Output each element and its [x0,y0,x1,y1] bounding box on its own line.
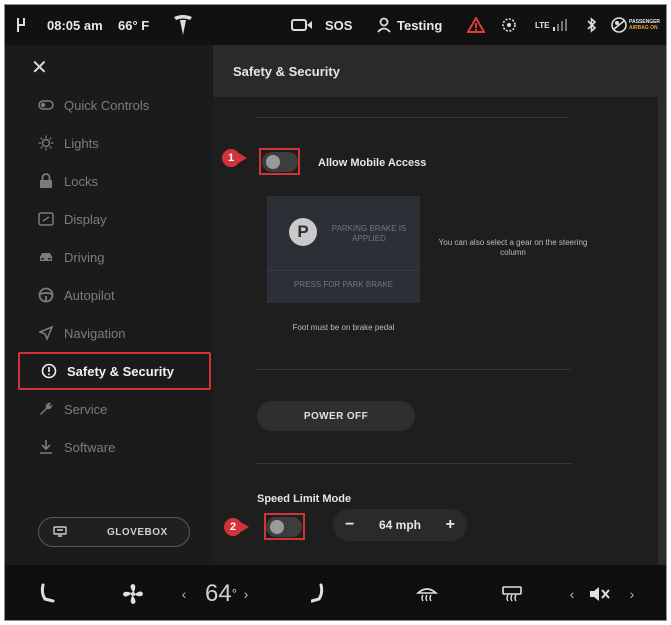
sidebar-item-label: Safety & Security [67,363,174,379]
passenger-airbag-status: PASSENGER AIRBAG ON [629,5,660,45]
info-circle-icon [41,363,57,379]
download-icon [38,439,54,455]
mobile-access-label: Allow Mobile Access [318,157,427,169]
sidebar-item-label: Service [64,401,108,417]
divider [255,369,571,370]
settings-menu: Quick Controls Lights Locks Display Driv… [17,86,211,466]
speed-limit-toggle[interactable] [266,517,302,537]
clock: 08:05 am [47,17,103,33]
sidebar-item-lights[interactable]: Lights [17,124,209,162]
wrench-icon [38,401,54,417]
annotation-badge: 1 [222,149,240,167]
sidebar-item-label: Navigation [64,325,126,341]
lock-icon [38,173,54,189]
decrease-speed-button[interactable]: − [345,516,354,534]
glovebox-label: GLOVEBOX [107,526,168,538]
sidebar-item-locks[interactable]: Locks [17,162,209,200]
toggle-knob [270,520,284,534]
tire-pressure-icon[interactable] [501,5,517,45]
sidebar-item-label: Software [64,439,116,455]
fan-icon[interactable] [118,565,148,620]
airbag-icon [611,5,627,45]
park-brake-button[interactable]: P PARKING BRAKE IS APPLIED PRESS FOR PAR… [267,196,420,303]
glovebox-button[interactable]: GLOVEBOX [38,517,190,547]
speed-limit-value: 64 mph [378,518,421,532]
toggle-icon [38,97,54,113]
mute-volume-icon[interactable] [585,565,615,620]
sos-button[interactable]: SOS [325,5,352,45]
volume-up-button[interactable]: › [625,565,639,620]
sidebar-item-autopilot[interactable]: Autopilot [17,276,209,314]
person-icon [377,5,391,45]
sidebar-item-label: Display [64,211,107,227]
signal-icon [553,5,567,45]
door-icon[interactable] [15,5,29,45]
park-brake-label: PRESS FOR PARK BRAKE [294,280,393,289]
divider [267,270,420,271]
sidebar-item-service[interactable]: Service [17,390,209,428]
glovebox-icon [53,526,67,538]
sidebar-item-label: Autopilot [64,287,115,303]
speed-limit-stepper: − 64 mph + [333,509,467,541]
bottom-bar: ‹ 64 ° › ‹ › [5,565,666,620]
sidebar-item-label: Lights [64,135,99,151]
settings-sidebar: ✕ Quick Controls Lights Locks Display Dr… [5,45,213,565]
status-bar: 08:05 am 66° F SOS Testing LTE PASSENGER… [5,5,666,45]
bluetooth-icon[interactable] [587,5,597,45]
tesla-logo-icon[interactable] [173,5,193,45]
temperature-up-button[interactable]: › [239,565,253,620]
seat-heater-icon[interactable] [306,565,330,620]
temperature-down-button[interactable]: ‹ [177,565,191,620]
sidebar-item-label: Quick Controls [64,97,150,113]
sidebar-item-driving[interactable]: Driving [17,238,209,276]
car-icon [38,249,54,265]
annotation-badge: 2 [224,518,242,536]
divider [255,117,569,118]
volume-down-button[interactable]: ‹ [565,565,579,620]
lte-label: LTE [535,20,550,30]
sidebar-item-label: Locks [64,173,98,189]
mobile-access-toggle[interactable] [262,152,298,172]
page-title: Safety & Security [213,45,658,97]
toggle-knob [266,155,280,169]
sidebar-item-safety-security[interactable]: Safety & Security [18,352,211,390]
seat-icon[interactable] [35,565,59,620]
temperature-value: 64 [205,579,232,607]
increase-speed-button[interactable]: + [446,516,455,534]
steering-wheel-icon [38,287,54,303]
sidebar-item-navigation[interactable]: Navigation [17,314,209,352]
park-p-icon: P [289,218,317,246]
screen-frame: 08:05 am 66° F SOS Testing LTE PASSENGER… [4,4,667,621]
gear-note: You can also select a gear on the steeri… [438,238,588,257]
driver-profile[interactable]: Testing [397,5,442,45]
power-off-button[interactable]: POWER OFF [257,401,415,431]
warning-icon[interactable] [467,5,485,45]
defrost-front-icon[interactable] [414,565,440,620]
park-brake-status: PARKING BRAKE IS APPLIED [331,224,407,243]
display-icon [38,211,54,227]
airbag-state: AIRBAG ON [629,25,658,31]
sidebar-item-software[interactable]: Software [17,428,209,466]
degree-symbol: ° [231,586,237,601]
sidebar-item-label: Driving [64,249,105,265]
camera-icon[interactable] [291,5,313,45]
brake-note: Foot must be on brake pedal [292,323,395,332]
navigation-arrow-icon [38,325,54,341]
cabin-temperature: 64 ° [199,565,243,620]
speed-limit-label: Speed Limit Mode [257,493,352,505]
sidebar-item-display[interactable]: Display [17,200,209,238]
defrost-rear-icon[interactable] [499,565,525,620]
close-icon[interactable]: ✕ [31,55,48,80]
sun-icon [38,135,54,151]
sidebar-item-quick-controls[interactable]: Quick Controls [17,86,209,124]
settings-panel: Safety & Security 1 Allow Mobile Access … [213,45,658,565]
outside-temperature: 66° F [118,17,150,33]
divider [255,463,573,464]
